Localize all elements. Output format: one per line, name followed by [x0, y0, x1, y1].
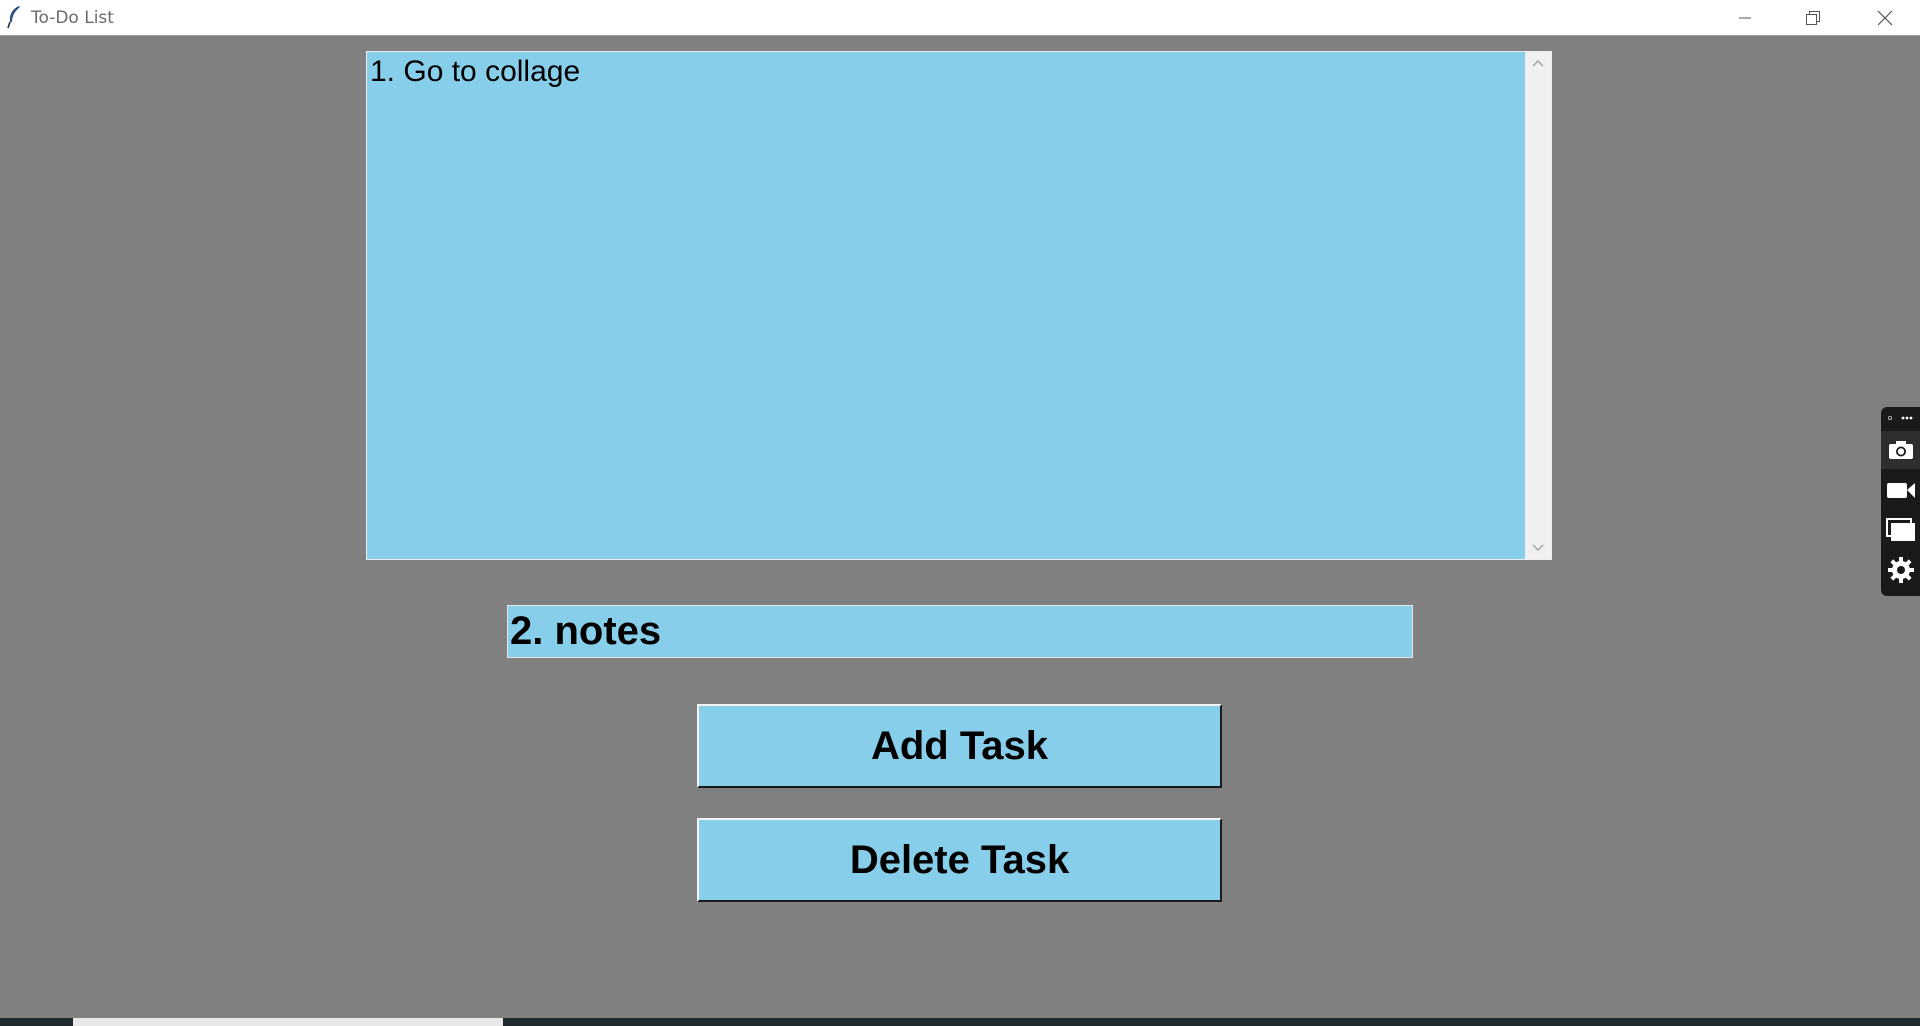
- settings-button[interactable]: [1881, 551, 1920, 589]
- taskbar-item[interactable]: [73, 1018, 503, 1026]
- task-input[interactable]: [507, 605, 1413, 658]
- gallery-button[interactable]: [1881, 511, 1920, 549]
- screenshot-button[interactable]: [1881, 431, 1920, 469]
- scroll-down-button[interactable]: [1525, 537, 1551, 559]
- close-button[interactable]: [1850, 0, 1920, 35]
- window-icon: [1885, 518, 1915, 541]
- scroll-up-button[interactable]: [1525, 52, 1551, 74]
- app-body: 1. Go to collage Add Task Delete Task: [0, 36, 1920, 1018]
- delete-task-button[interactable]: Delete Task: [697, 818, 1222, 902]
- window-title: To-Do List: [31, 8, 114, 28]
- camera-icon: [1888, 441, 1913, 459]
- restore-icon: [1806, 10, 1820, 25]
- restore-button[interactable]: [1778, 0, 1848, 35]
- record-video-button[interactable]: [1881, 471, 1920, 509]
- toolbar-more-button[interactable]: [1881, 411, 1920, 425]
- list-item[interactable]: 1. Go to collage: [367, 52, 1525, 89]
- feather-icon: [7, 6, 20, 29]
- add-task-button[interactable]: Add Task: [697, 704, 1222, 788]
- minimize-button[interactable]: [1710, 0, 1780, 35]
- minimize-icon: [1739, 17, 1751, 18]
- gear-icon: [1887, 557, 1914, 583]
- task-listbox[interactable]: 1. Go to collage: [366, 51, 1552, 560]
- task-list: 1. Go to collage: [367, 52, 1525, 559]
- title-bar: To-Do List: [0, 0, 1920, 36]
- chevron-down-icon: [1532, 544, 1544, 551]
- chevron-up-icon: [1532, 60, 1544, 67]
- capture-toolbar: [1881, 407, 1920, 596]
- close-icon: [1877, 10, 1893, 25]
- vertical-scrollbar[interactable]: [1525, 52, 1551, 559]
- more-icon: [1887, 416, 1912, 421]
- video-camera-icon: [1886, 483, 1915, 498]
